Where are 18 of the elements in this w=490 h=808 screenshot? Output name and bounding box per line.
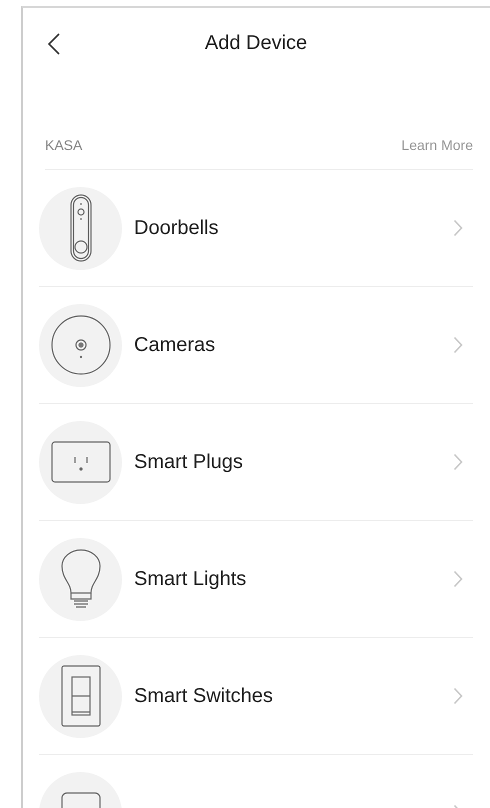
light-switch-icon [60,665,100,727]
chevron-right-icon [453,453,463,471]
device-category-row[interactable]: Smart Plugs [39,404,473,521]
back-icon[interactable] [47,32,61,56]
chevron-right-icon [453,219,463,237]
chevron-right-icon [453,336,463,354]
camera-icon [50,315,110,375]
device-category-row[interactable]: Cameras [39,287,473,404]
page-title: Add Device [204,32,308,54]
device-category-row[interactable]: Smart Lights [39,521,473,638]
outlet-icon [50,441,110,483]
section-title: KASA [45,137,82,153]
chevron-right-icon [453,570,463,588]
device-category-row[interactable]: Smart Switches [39,638,473,755]
device-category-row[interactable]: Doorbells [39,170,473,287]
light-bulb-icon [60,549,100,609]
doorbell-icon [70,194,92,262]
chevron-right-icon [453,687,463,705]
